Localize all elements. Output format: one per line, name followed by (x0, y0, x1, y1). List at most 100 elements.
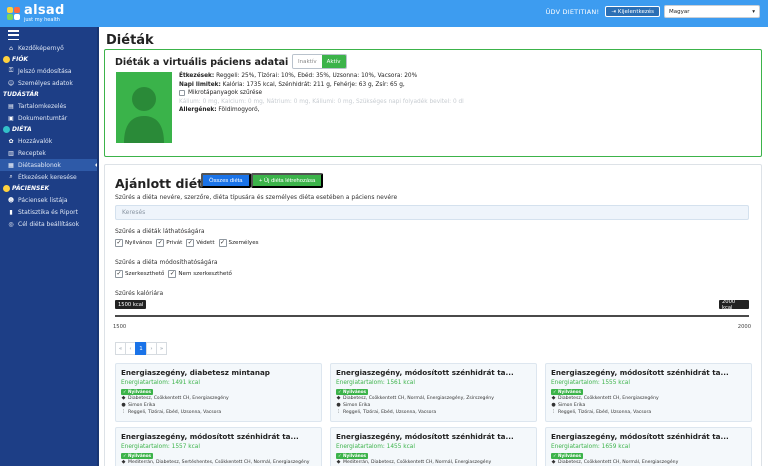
sidebar-item-template[interactable]: ▦ Diétasablonok (0, 159, 99, 171)
filter-checkbox[interactable]: ✓ Nem szerkeszthető (168, 270, 232, 278)
diet-card-title[interactable]: Energiaszegény, módosított szénhidrát ta… (336, 368, 531, 377)
check-icon: ✓ (123, 389, 127, 394)
sidebar-section-diéta: DIÉTA (0, 124, 99, 135)
filter-checkbox[interactable]: ✓ Védett (186, 239, 215, 247)
search-input[interactable]: Keresés (115, 205, 749, 220)
diet-card-title[interactable]: Energiaszegény, módosított szénhidrát ta… (551, 432, 746, 441)
language-select[interactable]: Magyar ▾ (664, 5, 760, 18)
menu-toggle-icon[interactable] (8, 30, 19, 40)
slider-track[interactable] (115, 315, 749, 317)
sidebar-item-key[interactable]: ⚿ Jelszó módosítása (0, 65, 99, 77)
sidebar-item-folder[interactable]: ▣ Dokumentumtár (0, 112, 99, 124)
public-badge: ✓ Nyilvános (551, 388, 583, 395)
toggle-inactive[interactable]: Inaktív (293, 55, 322, 68)
toggle-active[interactable]: Aktív (321, 55, 346, 68)
checkbox-label: Nyilvános (125, 240, 153, 246)
check-icon[interactable]: ✓ (186, 239, 195, 247)
filter-checkbox[interactable]: ✓ Privát (156, 239, 182, 247)
all-diets-button[interactable]: Összes diéta (201, 173, 251, 188)
check-icon[interactable]: ✓ (156, 239, 165, 247)
allergen-row: Allergének: Földimogyoró, (179, 107, 260, 114)
sidebar-item-users[interactable]: ☻ Páciensek listája (0, 194, 99, 206)
slider-low-tooltip[interactable]: 1500 kcal (115, 300, 147, 309)
diet-card-title[interactable]: Energiaszegény, módosított szénhidrát ta… (336, 432, 531, 441)
public-badge: ✓ Nyilvános (336, 452, 368, 459)
diet-card-author: ● Simon Erika (551, 402, 586, 408)
diet-card-title[interactable]: Energiaszegény, módosított szénhidrát ta… (121, 432, 316, 441)
cutlery-icon: ⫶ (552, 409, 555, 415)
active-toggle[interactable]: Inaktív Aktív (292, 54, 347, 69)
sidebar-label: FIÓK (12, 56, 29, 63)
language-value: Magyar (669, 8, 690, 15)
sidebar-label: Jelszó módosítása (18, 67, 72, 75)
diet-card[interactable]: Energiaszegény, módosított szénhidrát ta… (330, 427, 537, 466)
sidebar-item-book[interactable]: ▥ Receptek (0, 147, 99, 159)
user-icon: ☺ (7, 79, 15, 87)
logo[interactable]: alsad just my health (0, 0, 65, 27)
diet-card-tags: ◆ Diabetesz, Csökkentett CH, Energiaszegé… (121, 395, 229, 401)
check-icon[interactable]: ✓ (218, 239, 227, 247)
logout-icon: ⇥ (611, 8, 616, 15)
diet-card-meals: ⫶ Reggeli, Tízórai, Ebéd, Uzsonna, Vacsor… (337, 409, 437, 415)
micro-filter[interactable]: Mikrotápanyagok szűrése (179, 89, 739, 98)
diet-card[interactable]: Energiaszegény, módosított szénhidrát ta… (115, 427, 322, 466)
diet-card-energy: Energiatartalom: 1555 kcal (551, 380, 630, 386)
check-icon: ✓ (338, 453, 342, 458)
checkbox-label: Személyes (228, 240, 259, 246)
meals-row: Étkezések: Reggeli: 25%, Tízórai: 10%, E… (179, 73, 418, 79)
user-icon: ● (551, 402, 556, 408)
section-marker-icon (3, 126, 10, 133)
sidebar-item-file[interactable]: ▤ Tartalomkezelés (0, 100, 99, 112)
sidebar-item-carrot[interactable]: ✿ Hozzávalók (0, 135, 99, 147)
patient-avatar-icon (116, 72, 172, 143)
diet-card[interactable]: Energiaszegény, módosított szénhidrát ta… (330, 363, 537, 422)
main-content: Diéták Diéták a virtuális páciens adatai… (99, 27, 768, 466)
diet-card[interactable]: Energiaszegény, módosított szénhidrát ta… (545, 363, 752, 422)
new-diet-button[interactable]: + Új diéta létrehozása (251, 173, 324, 188)
checkbox-label: Szerkeszthető (125, 271, 165, 277)
top-bar: alsad just my health ÜDV DIETITIAN! ⇥ Ki… (0, 0, 768, 27)
diet-card-title[interactable]: Energiaszegény, diabetesz mintanap (121, 368, 316, 377)
book-icon: ▥ (8, 149, 14, 157)
diet-card-author: ● Simon Erika (121, 402, 156, 408)
sidebar-item-search[interactable]: ⌕ Étkezések keresése (0, 171, 99, 183)
slider-high-tooltip[interactable]: 2000 kcal (719, 299, 749, 311)
visibility-filter: ✓ Nyilvános ✓ Privát ✓ Védett ✓ Személyes (115, 239, 259, 247)
diet-card-energy: Energiatartalom: 1557 kcal (121, 444, 200, 450)
public-badge: ✓ Nyilvános (551, 452, 583, 459)
sidebar-item-user[interactable]: ☺ Személyes adatok (0, 77, 99, 89)
sidebar-nav: ⌂ Kezdőképernyő FIÓK ⚿ Jelszó módosítása ☺ Sze… (0, 42, 99, 230)
logo-mark-icon (7, 6, 21, 21)
check-icon: ✓ (553, 389, 557, 394)
calorie-slider[interactable]: 1500 kcal 2000 kcal 1500 2000 (113, 299, 751, 335)
diet-card-energy: Energiatartalom: 1491 kcal (121, 380, 200, 386)
diet-card-meals: ⫶ Reggeli, Tízórai, Ebéd, Uzsonna, Vacsor… (552, 409, 652, 415)
filter-checkbox[interactable]: ✓ Személyes (218, 239, 259, 247)
micro-checkbox[interactable] (179, 90, 185, 97)
patient-info: Étkezések: Reggeli: 25%, Tízórai: 10%, E… (179, 72, 739, 115)
sidebar-item-target[interactable]: ◎ Cél diéta beállítások (0, 218, 99, 230)
page-title: Diéták (106, 33, 154, 48)
file-icon: ▤ (8, 102, 14, 110)
diet-card[interactable]: Energiaszegény, diabetesz mintanap Energi… (115, 363, 322, 422)
sidebar-label: Tartalomkezelés (18, 102, 67, 110)
filter-checkbox[interactable]: ✓ Nyilvános (115, 239, 152, 247)
sidebar-item-chart[interactable]: ▮ Statisztika és Riport (0, 206, 99, 218)
logout-button[interactable]: ⇥ Kijelentkezés (605, 6, 660, 17)
logo-name: alsad (24, 3, 65, 18)
check-icon[interactable]: ✓ (115, 270, 123, 278)
diet-card-energy: Energiatartalom: 1659 kcal (551, 444, 630, 450)
pagination-button[interactable]: » (156, 342, 167, 355)
check-icon: ✓ (338, 389, 342, 394)
sidebar-label: DIÉTA (12, 126, 32, 133)
check-icon[interactable]: ✓ (168, 270, 177, 278)
diet-card-author: ● Simon Erika (336, 402, 371, 408)
sidebar-item-home[interactable]: ⌂ Kezdőképernyő (0, 42, 99, 54)
slider-min-label: 1500 (113, 324, 127, 330)
diet-card[interactable]: Energiaszegény, módosított szénhidrát ta… (545, 427, 752, 466)
check-icon[interactable]: ✓ (115, 239, 123, 247)
filter-checkbox[interactable]: ✓ Szerkeszthető (115, 270, 164, 278)
diet-card-title[interactable]: Energiaszegény, módosított szénhidrát ta… (551, 368, 746, 377)
tag-icon: ◆ (121, 395, 126, 401)
checkbox-label: Privát (166, 240, 183, 246)
